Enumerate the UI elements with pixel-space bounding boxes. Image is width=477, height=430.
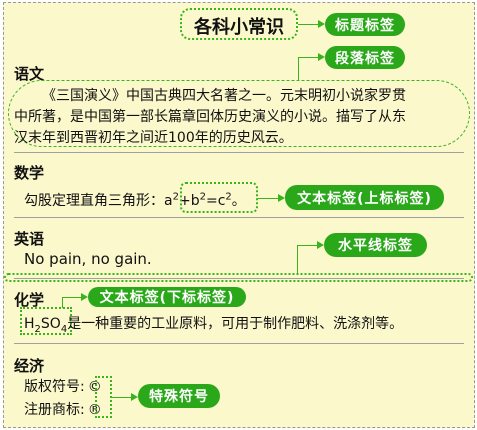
trademark-line: 注册商标: ® xyxy=(24,402,102,418)
copyright-line: 版权符号: © xyxy=(24,379,102,395)
symbol-highlight xyxy=(95,376,112,418)
divider xyxy=(14,278,464,279)
hr-tag-label: 水平线标签 xyxy=(324,233,427,257)
math-heading: 数学 xyxy=(14,164,45,182)
paragraph-tag-label: 段落标签 xyxy=(325,46,405,69)
formula-highlight xyxy=(180,182,258,213)
divider xyxy=(14,217,464,218)
chemistry-text: H2SO4是一种重要的工业原料，可用于制作肥料、洗涤剂等。 xyxy=(24,316,404,335)
page-frame xyxy=(3,2,475,428)
special-symbol-tag-label: 特殊符号 xyxy=(138,384,220,408)
arrow-icon xyxy=(131,393,138,401)
paragraph-line: 汉末年到西晋初年之间近100年的历史风云。 xyxy=(14,130,293,146)
page-title: 各科小常识 xyxy=(194,17,284,38)
english-heading: 英语 xyxy=(14,230,45,248)
economy-heading: 经济 xyxy=(14,357,45,375)
arrow-icon xyxy=(278,194,285,202)
arrow-icon xyxy=(318,20,325,28)
paragraph-line: 中所著，是中国第一部长篇章回体历史演义的小说。描写了从东 xyxy=(14,109,406,125)
title-tag-label: 标题标签 xyxy=(325,13,405,36)
sub-tag-label: 文本标签(下标标签) xyxy=(88,287,246,307)
paragraph-line: 《三国演义》中国古典四大名著之一。元末明初小说家罗贯 xyxy=(42,88,406,104)
divider xyxy=(14,152,464,153)
sup-tag-label: 文本标签(上标标签) xyxy=(285,185,444,210)
arrow-icon xyxy=(318,53,325,61)
divider xyxy=(14,343,464,344)
arrow-icon xyxy=(317,241,324,249)
arrow-icon xyxy=(81,293,88,301)
english-text: No pain, no gain. xyxy=(24,250,152,268)
